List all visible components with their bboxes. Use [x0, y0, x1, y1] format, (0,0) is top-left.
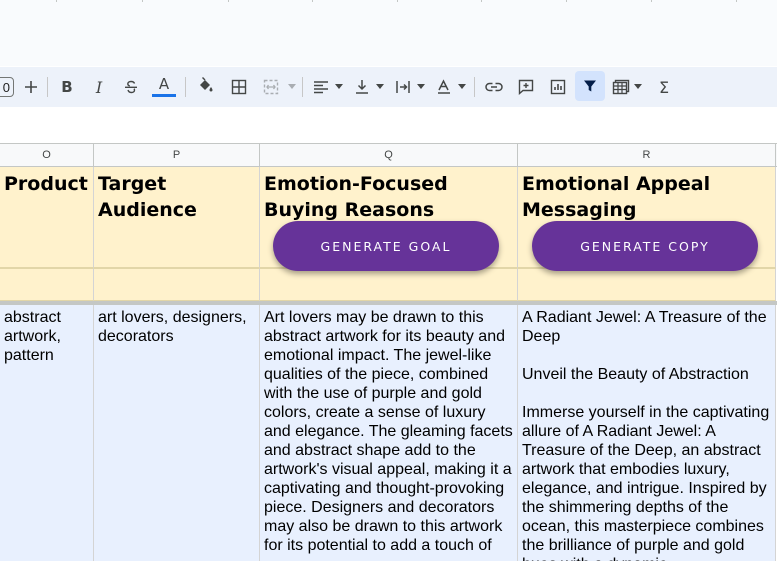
divider: [47, 77, 48, 97]
spreadsheet-window: 0 B I A Σ O P Q R Product Target Audienc…: [0, 0, 777, 561]
cell-target-audience[interactable]: art lovers, designers, decorators: [94, 305, 260, 561]
chevron-down-icon[interactable]: [458, 84, 466, 89]
divider: [566, 0, 567, 2]
insert-comment-icon[interactable]: [514, 75, 538, 99]
header-cell-target-audience[interactable]: Target Audience: [94, 167, 260, 268]
divider: [56, 0, 57, 2]
functions-icon[interactable]: Σ: [653, 75, 675, 99]
top-bar: [0, 0, 777, 66]
vertical-align-icon[interactable]: [351, 75, 373, 99]
divider: [397, 0, 398, 2]
italic-icon[interactable]: I: [87, 75, 111, 99]
generate-goal-button[interactable]: GENERATE GOAL: [273, 221, 499, 271]
divider: [481, 0, 482, 2]
header-cell-product[interactable]: Product: [0, 167, 94, 268]
cell-messaging[interactable]: A Radiant Jewel: A Treasure of the Deep …: [518, 305, 776, 561]
borders-icon[interactable]: [227, 75, 251, 99]
text-color-swatch: [152, 94, 176, 97]
divider: [651, 0, 652, 2]
text-wrapping-icon[interactable]: [392, 75, 414, 99]
grid-cell[interactable]: [0, 268, 94, 301]
divider: [228, 0, 229, 2]
horizontal-align-icon[interactable]: [310, 75, 332, 99]
divider: [185, 77, 186, 97]
filter-views-icon[interactable]: [609, 75, 633, 99]
increase-font-size-icon[interactable]: [20, 75, 42, 99]
divider: [312, 0, 313, 2]
column-header-r[interactable]: R: [518, 144, 776, 166]
font-size-input[interactable]: 0: [0, 77, 14, 97]
chevron-down-icon[interactable]: [335, 84, 343, 89]
divider: [474, 77, 475, 97]
insert-link-icon[interactable]: [482, 75, 506, 99]
cell-buying-reasons[interactable]: Art lovers may be drawn to this abstract…: [260, 305, 518, 561]
column-header-o[interactable]: O: [0, 144, 94, 166]
chevron-down-icon[interactable]: [417, 84, 425, 89]
strikethrough-icon[interactable]: [119, 75, 143, 99]
fill-color-icon[interactable]: [193, 73, 217, 97]
divider: [142, 0, 143, 2]
text-rotation-icon[interactable]: [433, 75, 455, 99]
grid-cell[interactable]: [518, 268, 776, 301]
divider: [302, 77, 303, 97]
filter-icon[interactable]: [575, 71, 605, 101]
chevron-down-icon[interactable]: [634, 84, 642, 89]
chevron-down-icon[interactable]: [288, 84, 296, 89]
bold-icon[interactable]: B: [55, 75, 79, 99]
generate-copy-button[interactable]: GENERATE COPY: [532, 221, 758, 271]
column-header-bar: O P Q R: [0, 143, 777, 167]
grid-cell[interactable]: [260, 268, 518, 301]
chevron-down-icon[interactable]: [376, 84, 384, 89]
column-header-q[interactable]: Q: [260, 144, 518, 166]
cell-product[interactable]: abstract artwork, pattern: [0, 305, 94, 561]
column-header-p[interactable]: P: [94, 144, 260, 166]
grid-cell[interactable]: [94, 268, 260, 301]
merge-cells-icon[interactable]: [259, 75, 283, 99]
insert-chart-icon[interactable]: [546, 75, 570, 99]
formula-bar[interactable]: [0, 107, 777, 143]
text-color-icon[interactable]: A: [151, 75, 177, 99]
divider: [736, 0, 737, 2]
